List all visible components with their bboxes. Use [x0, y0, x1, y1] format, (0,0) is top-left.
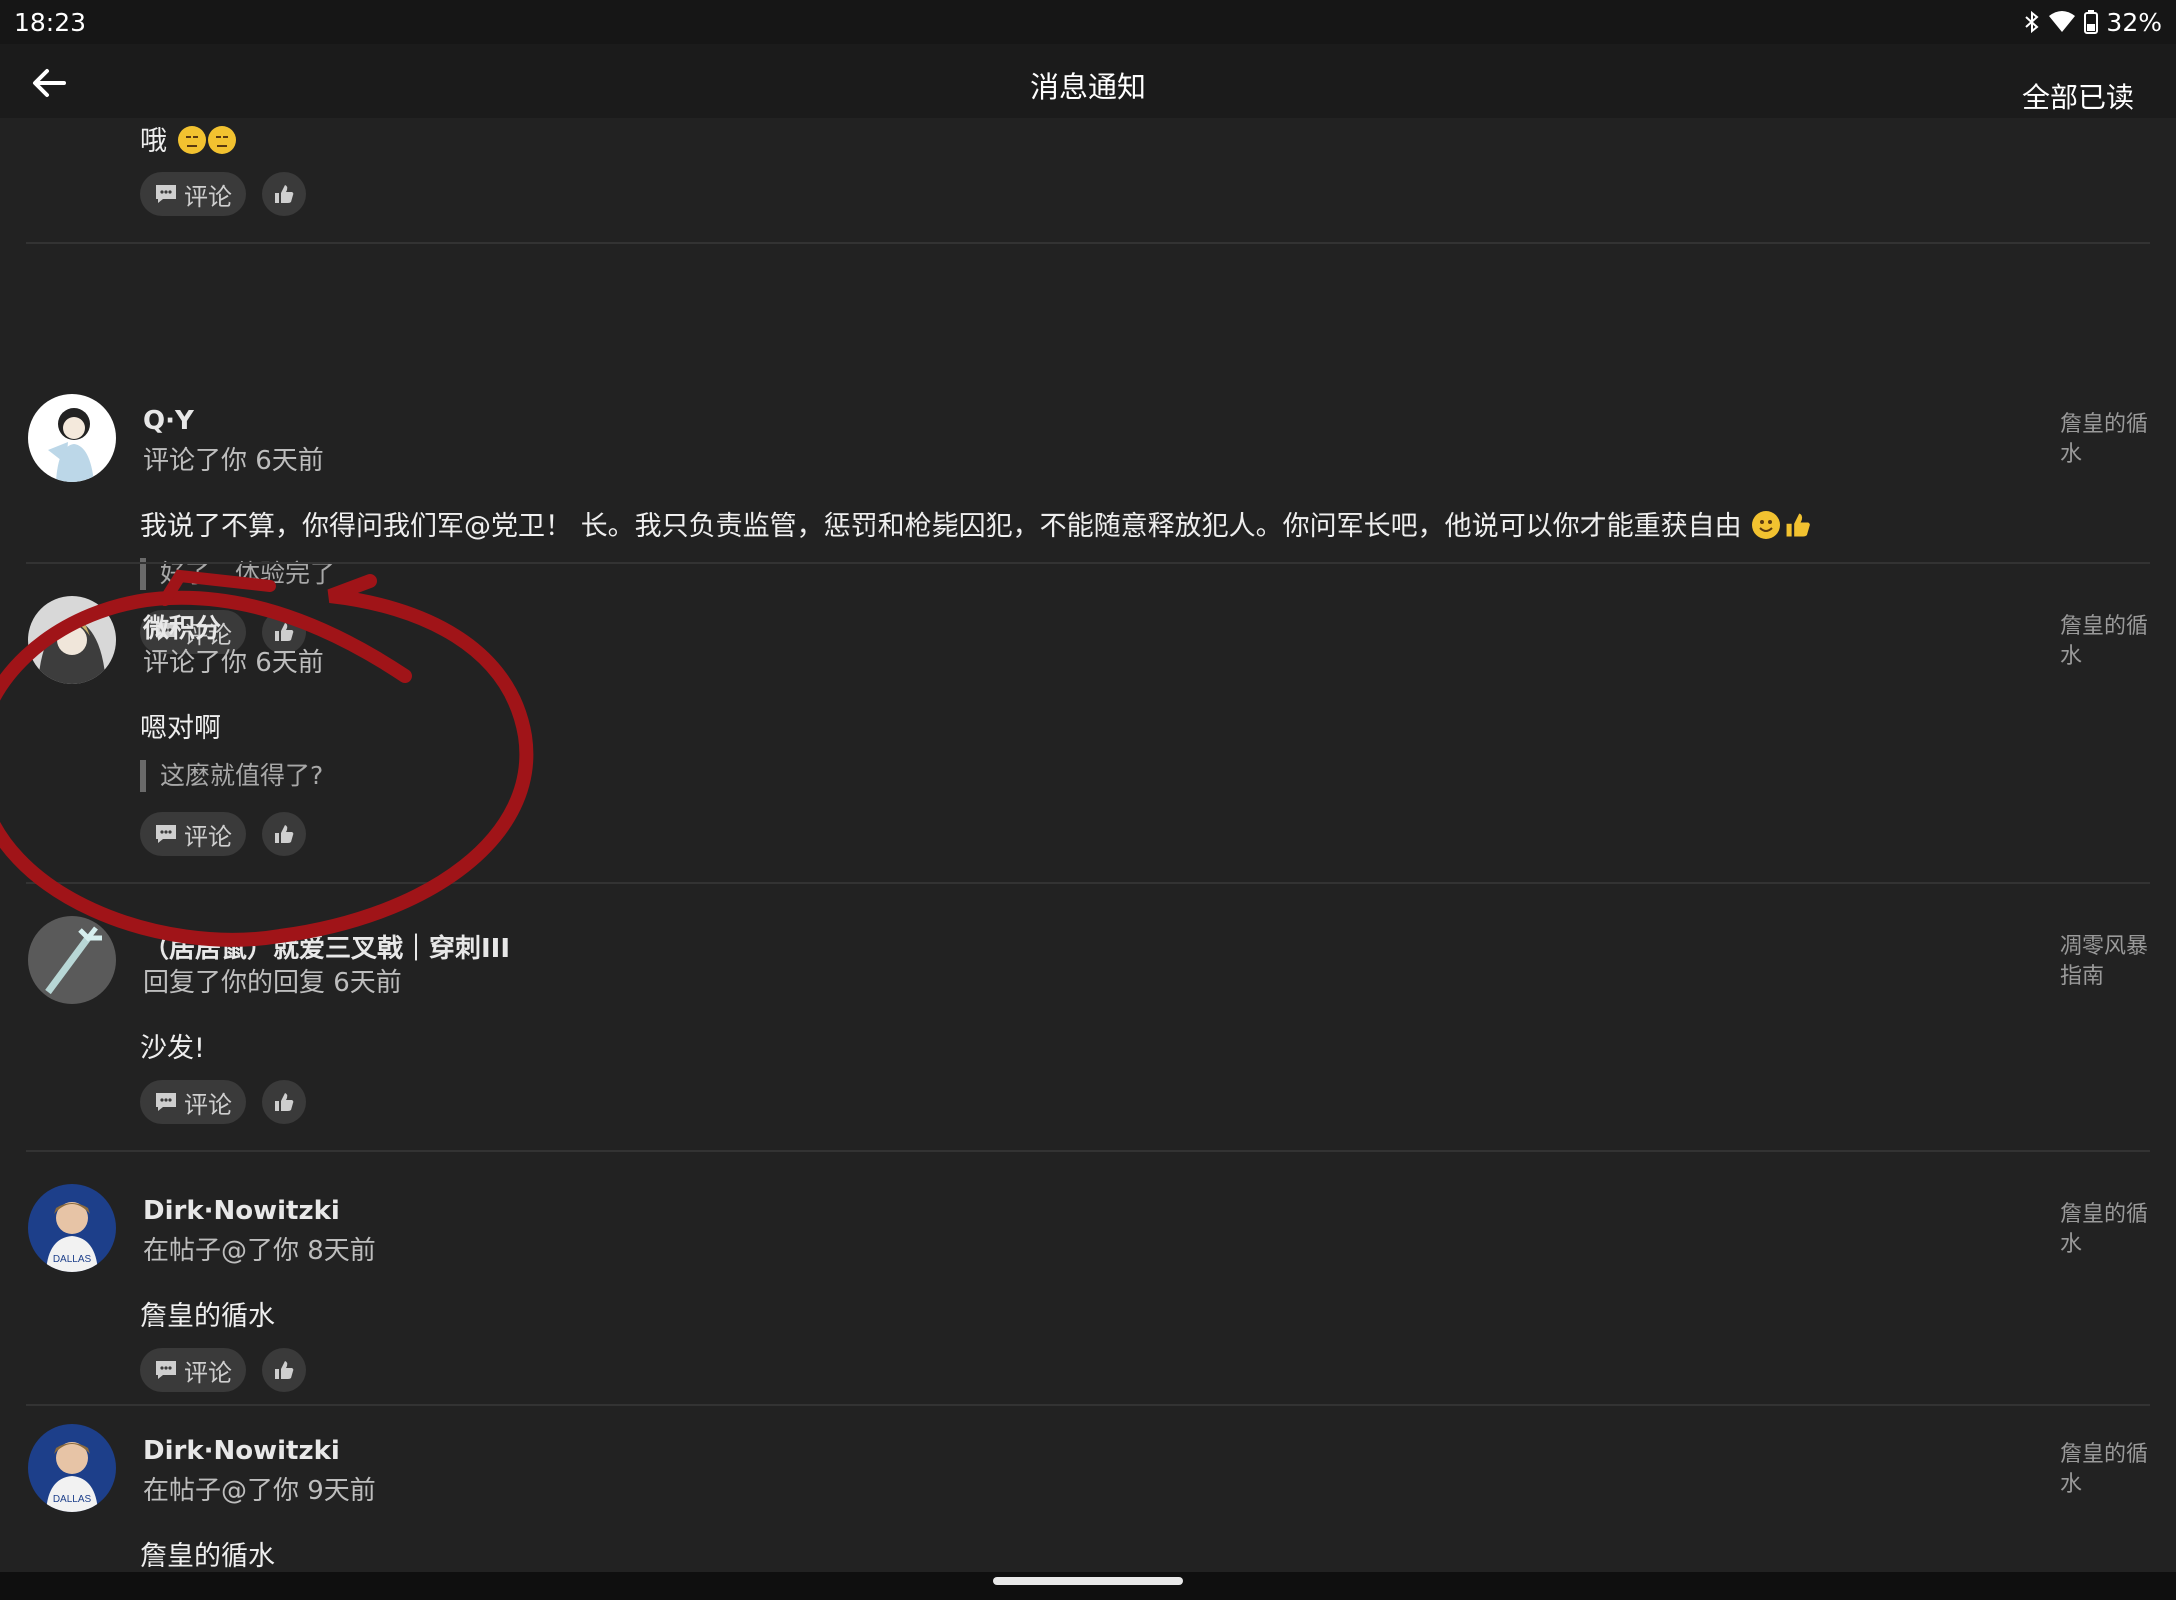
unamused-emoji-icon [177, 126, 206, 154]
app-bar: 消息通知 全部已读 [0, 44, 2176, 118]
thumbs-up-icon [275, 185, 294, 203]
comment-icon [156, 1093, 176, 1111]
thumbs-up-icon [275, 825, 294, 843]
username[interactable]: Dirk·Nowitzki [143, 1196, 340, 1226]
source-thread-link[interactable]: 詹皇的循水 [2060, 1200, 2160, 1260]
notification-content: 詹皇的循水 [140, 1301, 275, 1332]
source-thread-link[interactable]: 詹皇的循水 [2060, 410, 2160, 470]
gesture-handle[interactable] [993, 1577, 1183, 1585]
source-thread-link[interactable]: 詹皇的循水 [2060, 1440, 2160, 1500]
comment-button[interactable]: 评论 [140, 812, 246, 856]
status-icons: 32% [2024, 8, 2162, 37]
notification-meta: 回复了你的回复 6天前 [143, 968, 402, 998]
avatar[interactable] [28, 394, 116, 482]
username[interactable]: 微积分 [143, 608, 221, 645]
like-button[interactable] [262, 1348, 306, 1392]
divider [26, 1150, 2150, 1152]
like-button[interactable] [262, 1080, 306, 1124]
status-bar: 18:23 32% [0, 0, 2176, 44]
notification-actions: 评论 [140, 812, 306, 856]
notification-item[interactable]: Q·Y 评论了你 6天前 詹皇的循水 我说了不算，你得问我们军@党卫！ 长。我只… [0, 244, 2176, 654]
comment-button[interactable]: 评论 [140, 1080, 246, 1124]
notification-meta: 在帖子@了你 8天前 [143, 1236, 376, 1266]
notification-list[interactable]: 哦 评论 Q·Y 评论了你 6天前 詹皇的循水 我说了不算，你得问我们军@党卫！… [0, 118, 2176, 1572]
comment-button[interactable]: 评论 [140, 172, 246, 216]
comment-button[interactable]: 评论 [140, 1348, 246, 1392]
source-thread-link[interactable]: 詹皇的循水 [2060, 612, 2160, 672]
notification-meta: 在帖子@了你 9天前 [143, 1476, 376, 1506]
thumbs-up-icon [275, 1093, 294, 1111]
wifi-icon [2049, 11, 2076, 32]
avatar[interactable]: DALLAS [28, 1184, 116, 1272]
avatar[interactable] [28, 916, 116, 1004]
status-time: 18:23 [14, 7, 87, 37]
system-nav-bar [0, 1572, 2176, 1600]
notification-content: 哦 [140, 119, 236, 158]
smile-emoji-icon [1752, 511, 1781, 539]
battery-level: 32% [2106, 7, 2162, 37]
notification-content: 嗯对啊 [140, 713, 221, 744]
comment-icon [156, 1361, 176, 1379]
svg-text:DALLAS: DALLAS [53, 1254, 92, 1265]
notification-actions: 评论 [140, 1348, 306, 1392]
notification-content: 詹皇的循水 [140, 1541, 275, 1572]
bluetooth-icon [2025, 10, 2039, 34]
username[interactable]: Q·Y [143, 406, 194, 436]
notification-item[interactable]: 哦 评论 [0, 118, 2176, 244]
svg-text:DALLAS: DALLAS [53, 1494, 92, 1505]
unamused-emoji-icon [207, 126, 236, 154]
page-title: 消息通知 [1029, 70, 1146, 104]
username[interactable]: Dirk·Nowitzki [143, 1436, 340, 1466]
notification-actions: 评论 [140, 172, 306, 216]
notification-content: 我说了不算，你得问我们军@党卫！ 长。我只负责监管，惩罚和枪毙囚犯，不能随意释放… [140, 504, 1812, 546]
avatar[interactable]: DALLAS [28, 1424, 116, 1512]
notification-content: 沙发! [140, 1033, 205, 1064]
mark-all-read-button[interactable]: 全部已读 [2022, 76, 2134, 116]
like-button[interactable] [262, 812, 306, 856]
username[interactable]: （居居鼠）就爱三叉戟｜穿刺III [143, 928, 510, 965]
quoted-reply: 这麽就值得了? [140, 760, 323, 792]
thumbs-up-emoji-icon [1784, 511, 1812, 546]
avatar[interactable] [28, 596, 116, 684]
comment-icon [156, 825, 176, 843]
notification-actions: 评论 [140, 1080, 306, 1124]
comment-icon [156, 185, 176, 203]
divider [26, 562, 2150, 564]
thumbs-up-icon [275, 623, 294, 641]
battery-icon [2084, 10, 2099, 34]
divider [26, 882, 2150, 884]
notification-meta: 评论了你 6天前 [143, 648, 324, 678]
thumbs-up-icon [275, 1361, 294, 1379]
notification-meta: 评论了你 6天前 [143, 446, 324, 476]
source-thread-link[interactable]: 凋零风暴指南 [2060, 932, 2160, 992]
divider [26, 1404, 2150, 1406]
like-button[interactable] [262, 172, 306, 216]
